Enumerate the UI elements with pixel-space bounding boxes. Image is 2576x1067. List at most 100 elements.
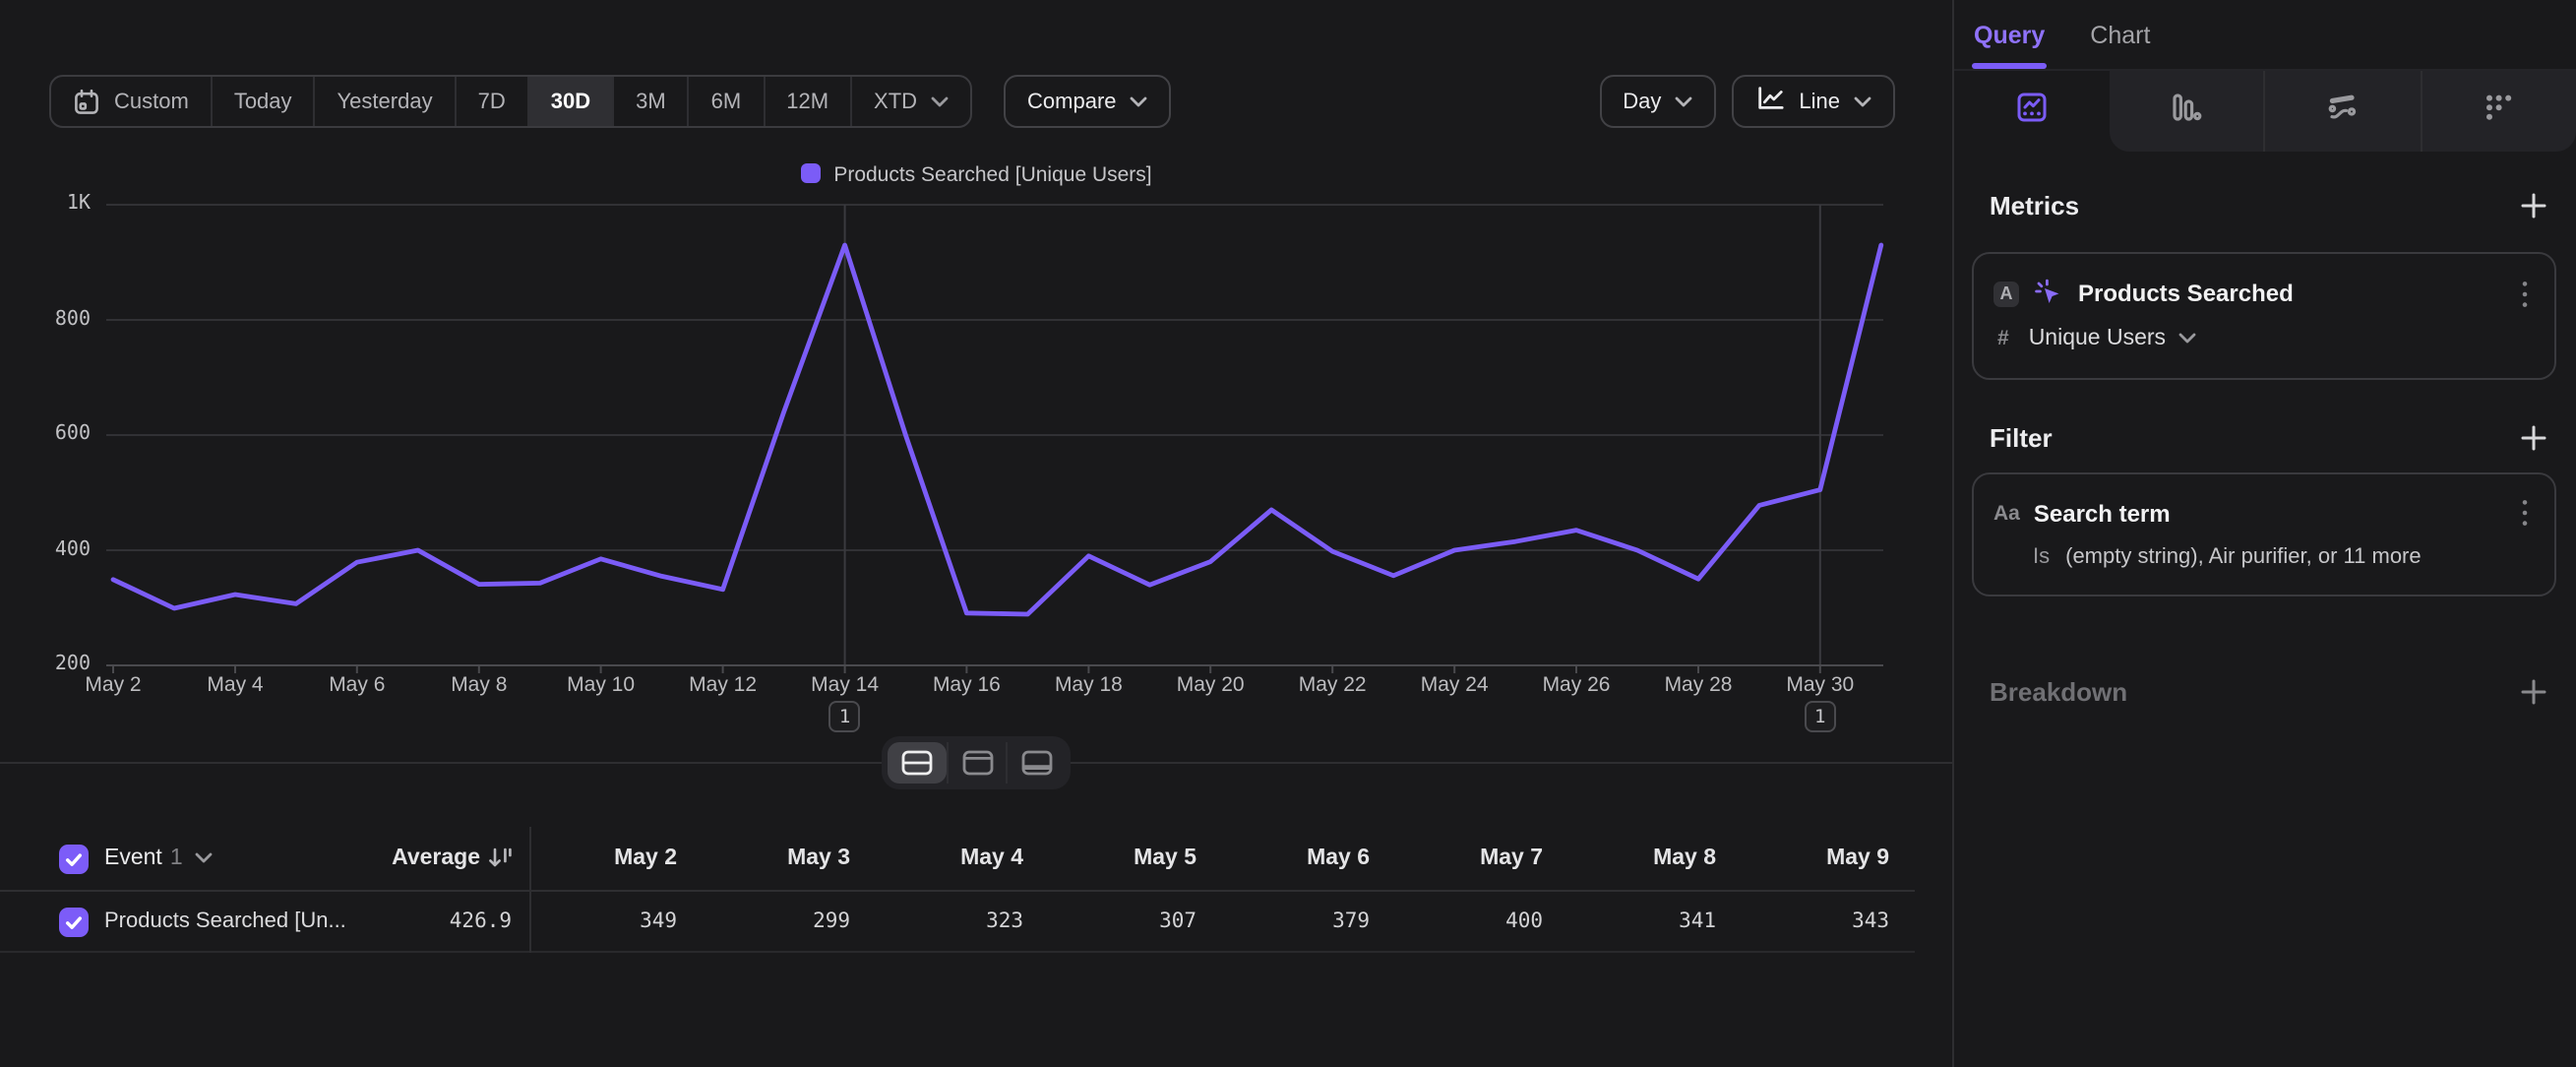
average-column-header[interactable]: Average (392, 847, 512, 870)
split-view-button[interactable] (888, 742, 947, 784)
date-range-6m[interactable]: 6M (688, 77, 764, 126)
tab-chart-label: Chart (2090, 21, 2150, 48)
y-axis-label: 800 (16, 308, 91, 330)
active-tab-underline (1972, 63, 2047, 69)
date-range-xtd[interactable]: XTD (850, 77, 970, 126)
table-date-header[interactable]: May 4 (876, 847, 1049, 870)
chevron-down-icon (1675, 90, 1692, 113)
table-date-header[interactable]: May 8 (1568, 847, 1742, 870)
report-tab-funnels[interactable] (2109, 71, 2263, 152)
date-range-3m[interactable]: 3M (612, 77, 688, 126)
table-date-header[interactable]: May 2 (529, 847, 703, 870)
table-header-row: Event 1 Average May 2May 3May 4May 5May … (0, 827, 1915, 892)
chart-only-view-button[interactable] (947, 742, 1006, 784)
date-range-7d[interactable]: 7D (455, 77, 527, 126)
filter-card[interactable]: Aa Search term Is (empty string), Air pu… (1972, 472, 2556, 596)
line-series (113, 245, 1881, 614)
date-range-12m[interactable]: 12M (763, 77, 850, 126)
legend-label: Products Searched [Unique Users] (833, 163, 1151, 187)
event-click-icon (2033, 278, 2064, 309)
chevron-down-icon (1854, 90, 1871, 113)
compare-label: Compare (1027, 90, 1117, 113)
metric-name: Products Searched (2078, 280, 2294, 307)
chevron-down-icon (1131, 90, 1148, 113)
filter-operator: Is (2033, 545, 2050, 569)
table-date-header[interactable]: May 3 (703, 847, 876, 870)
date-range-custom[interactable]: Custom (51, 77, 211, 126)
table-date-header[interactable]: May 6 (1222, 847, 1395, 870)
series-average: 426.9 (450, 910, 512, 933)
table-value-cell: 400 (1395, 910, 1568, 933)
add-breakdown-button[interactable] (2521, 678, 2546, 704)
line-chart-icon (1755, 85, 1785, 118)
annotation-badge[interactable]: 1 (1805, 701, 1836, 732)
x-axis-label: May 16 (907, 673, 1025, 697)
line-chart-svg (0, 197, 1952, 681)
x-axis-label: May 26 (1517, 673, 1635, 697)
report-tab-retention[interactable] (2420, 71, 2576, 152)
aggregation-selector[interactable]: Unique Users (2029, 327, 2195, 350)
tab-chart[interactable]: Chart (2088, 0, 2152, 69)
retention-icon (2483, 90, 2516, 133)
date-range-yesterday[interactable]: Yesterday (314, 77, 455, 126)
table-row-event-cell: Products Searched [Un... 426.9 (0, 907, 529, 936)
x-axis-label: May 14 (786, 673, 904, 697)
flows-icon (2326, 90, 2360, 133)
granularity-button[interactable]: Day (1599, 75, 1716, 128)
add-metric-button[interactable] (2521, 192, 2546, 218)
analytics-app: CustomToday Yesterday 7D30D 3M 6M12MXTD Comp… (0, 0, 2576, 1067)
layout-toggle-group (882, 736, 1071, 789)
date-range-label: 3M (636, 90, 666, 113)
tab-query[interactable]: Query (1972, 0, 2047, 69)
chart-type-button[interactable]: Line (1732, 75, 1895, 128)
x-axis-label: May 30 (1761, 673, 1879, 697)
calendar-icon (73, 88, 100, 115)
table-value-cell: 341 (1568, 910, 1742, 933)
table-date-header[interactable]: May 7 (1395, 847, 1568, 870)
filter-kebab-menu[interactable] (2521, 498, 2529, 528)
report-tab-insights[interactable] (1954, 71, 2109, 152)
event-checkbox[interactable] (59, 844, 89, 873)
metric-letter-badge: A (1993, 281, 2019, 306)
annotation-badge[interactable]: 1 (829, 701, 861, 732)
event-label: Event (104, 847, 162, 870)
table-date-header[interactable]: May 9 (1742, 847, 1915, 870)
x-axis-label: May 28 (1639, 673, 1757, 697)
chart-type-label: Line (1799, 90, 1840, 113)
chart-area[interactable]: 1K800600400200May 2May 4May 6May 8May 10… (0, 197, 1952, 768)
table-date-header[interactable]: May 5 (1049, 847, 1222, 870)
y-axis-label: 400 (16, 538, 91, 560)
x-axis-label: May 22 (1273, 673, 1391, 697)
filter-card-row1: Aa Search term (1993, 498, 2529, 528)
breakdown-heading: Breakdown (1990, 676, 2127, 706)
table-only-view-button[interactable] (1006, 742, 1065, 784)
metrics-heading-row: Metrics (1954, 189, 2576, 220)
date-range-label: Yesterday (337, 90, 433, 113)
filter-card-row2: Is (empty string), Air purifier, or 11 m… (1993, 545, 2529, 569)
insights-icon (2015, 90, 2049, 133)
x-axis-label: May 18 (1029, 673, 1147, 697)
add-filter-button[interactable] (2521, 424, 2546, 450)
metric-card[interactable]: A Products Searched # Unique Users (1972, 252, 2556, 380)
table-value-cell: 349 (529, 910, 703, 933)
filter-value[interactable]: (empty string), Air purifier, or 11 more (2065, 545, 2422, 569)
compare-button[interactable]: Compare (1004, 75, 1172, 128)
x-axis-label: May 2 (54, 673, 172, 697)
results-table: Event 1 Average May 2May 3May 4May 5May … (0, 827, 1915, 953)
toolbar-right-group: Day Line (1599, 75, 1895, 128)
tab-query-label: Query (1974, 21, 2045, 48)
table-value-cell: 343 (1742, 910, 1915, 933)
chevron-down-icon[interactable] (195, 852, 213, 864)
string-type-icon: Aa (1993, 501, 2020, 525)
metric-card-row1: A Products Searched (1993, 278, 2529, 309)
y-axis-label: 600 (16, 423, 91, 445)
table-value-cell: 323 (876, 910, 1049, 933)
date-range-today[interactable]: Today (211, 77, 314, 126)
row-checkbox[interactable] (59, 907, 89, 936)
average-label: Average (392, 847, 480, 870)
x-axis-label: May 8 (420, 673, 538, 697)
date-range-30d[interactable]: 30D (527, 77, 612, 126)
y-axis-label: 200 (16, 654, 91, 675)
metric-kebab-menu[interactable] (2521, 279, 2529, 308)
report-tab-flows[interactable] (2263, 71, 2420, 152)
